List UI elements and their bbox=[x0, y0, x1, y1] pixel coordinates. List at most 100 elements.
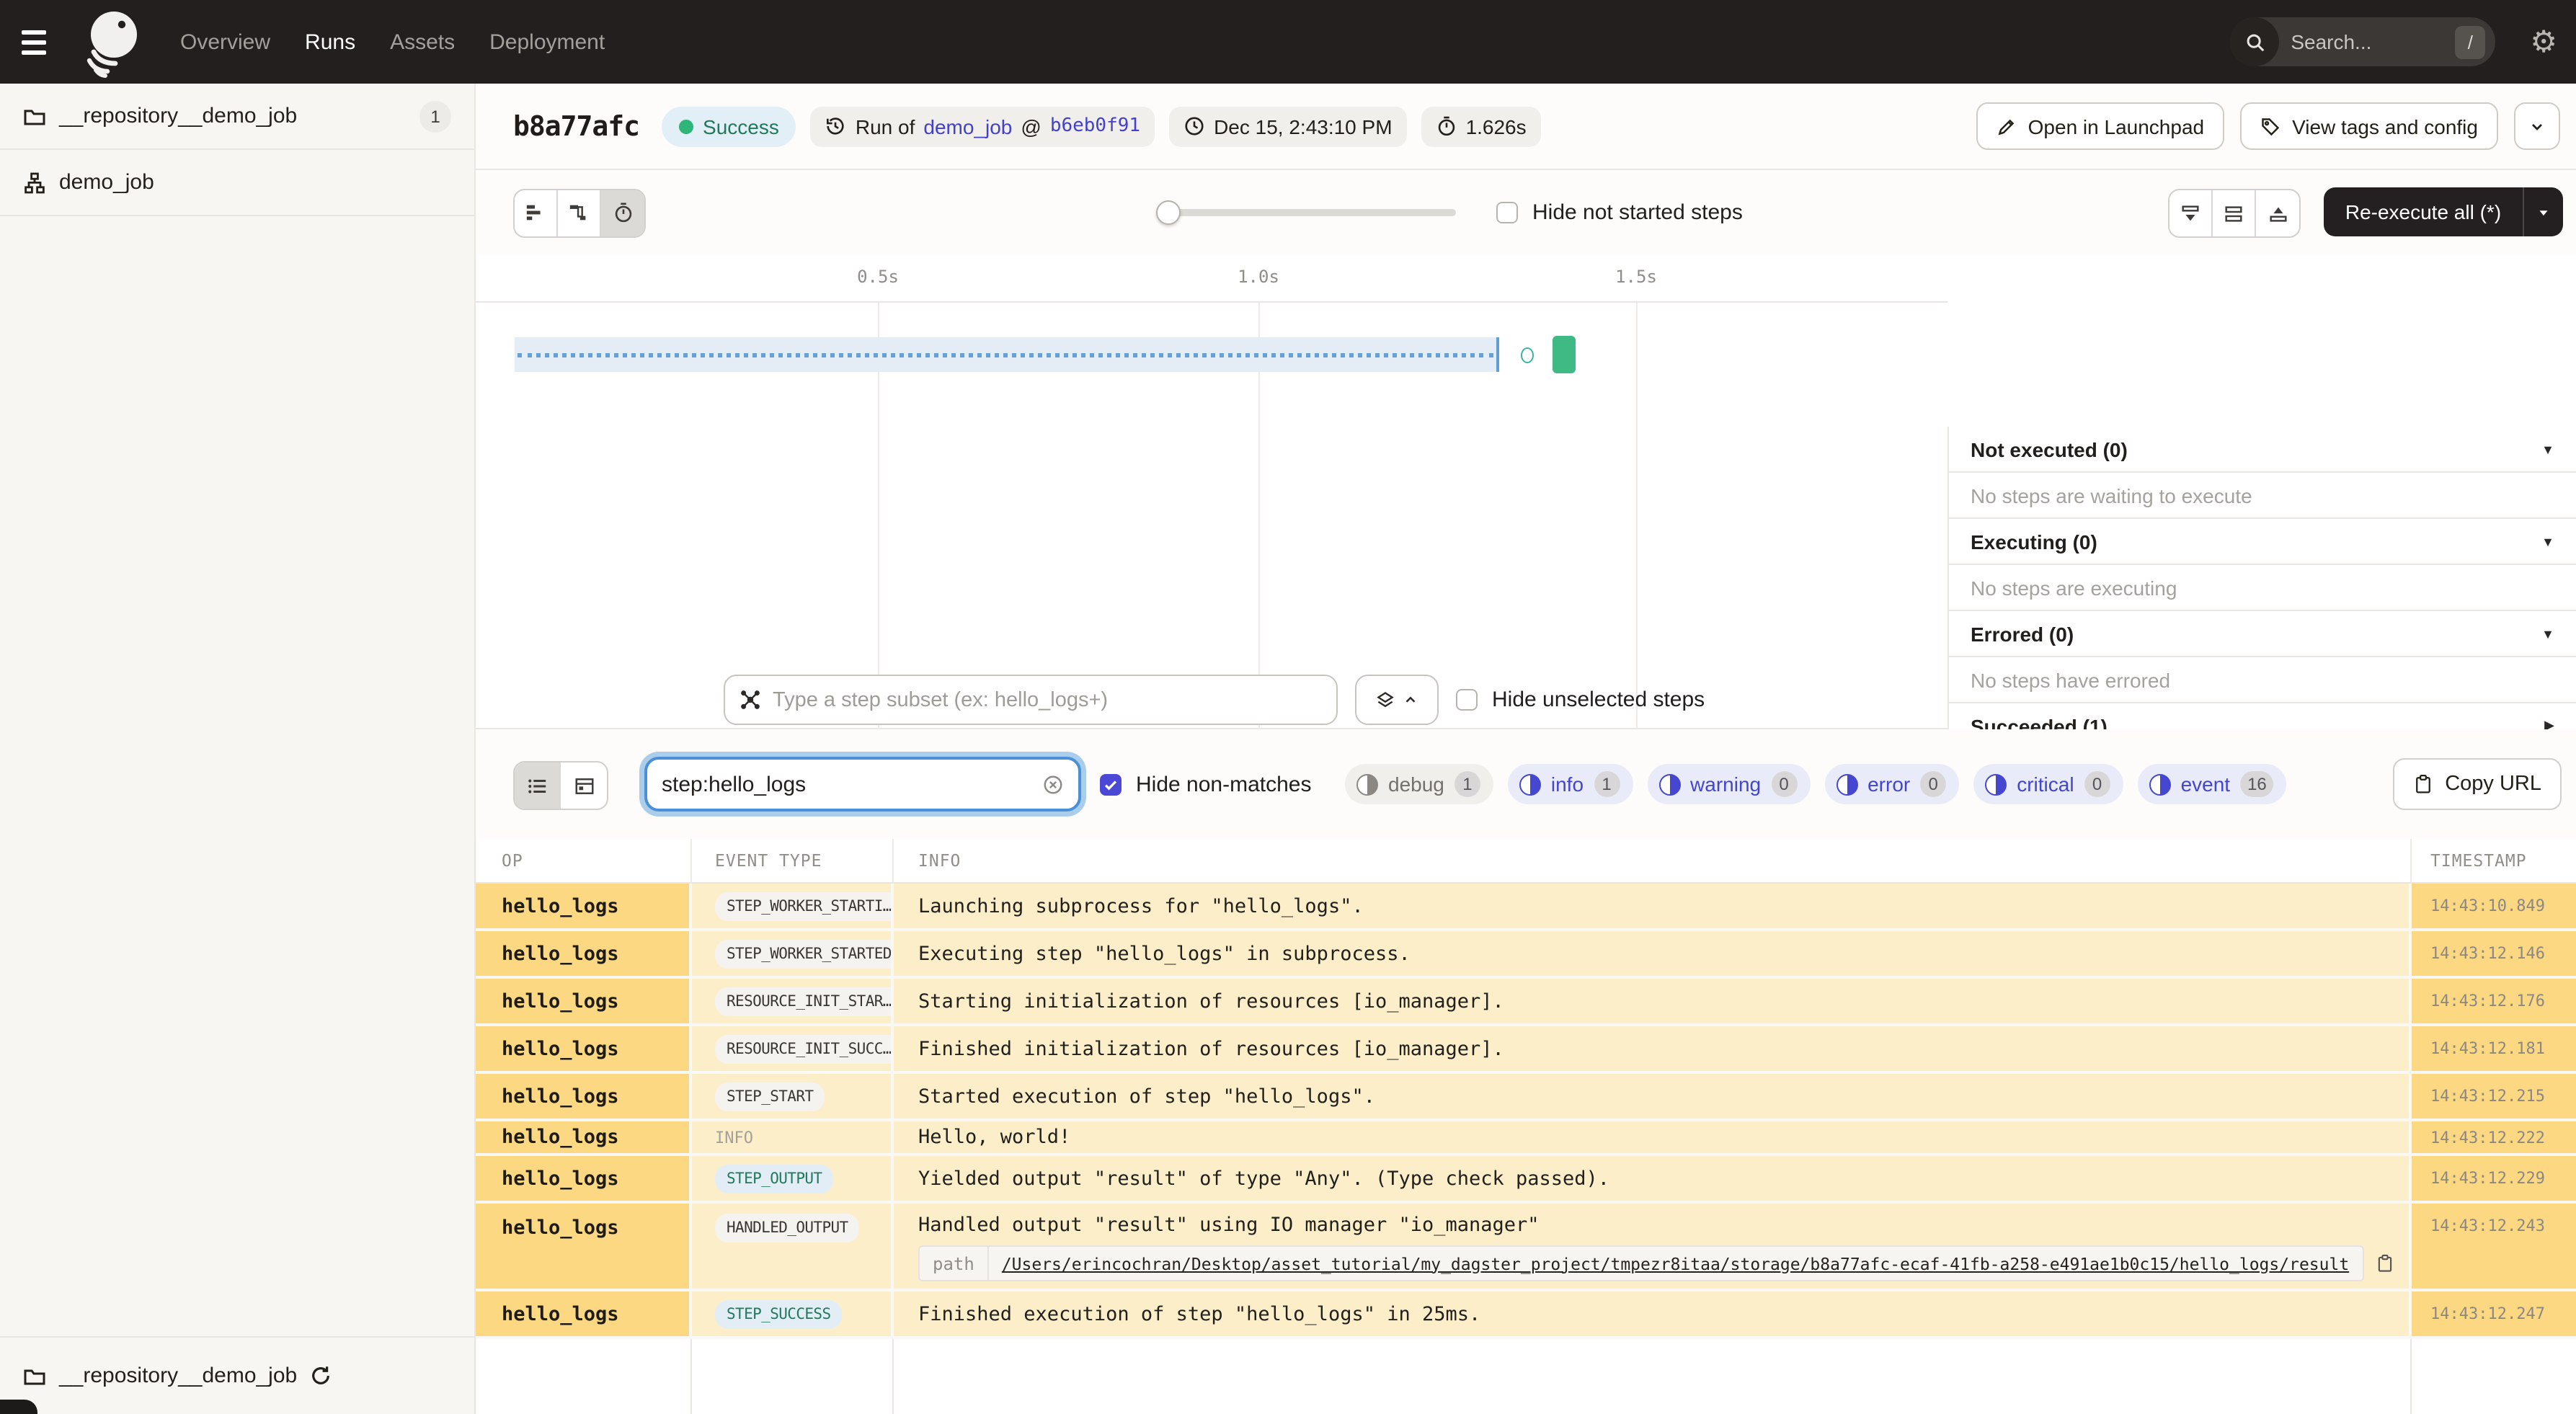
reexecute-dropdown-button[interactable] bbox=[2524, 204, 2563, 220]
log-structured-view-button[interactable] bbox=[561, 762, 607, 809]
log-row-timestamp[interactable]: 14:43:12.222 bbox=[2412, 1121, 2576, 1156]
reexecute-all-button[interactable]: Re-execute all (*) bbox=[2324, 187, 2563, 236]
flat-view-button[interactable] bbox=[515, 190, 558, 236]
log-level-toggle-warning[interactable]: warning 0 bbox=[1647, 764, 1811, 804]
log-row-event-type[interactable]: STEP_WORKER_STARTED bbox=[692, 931, 894, 979]
log-row-info[interactable]: Launching subprocess for "hello_logs". bbox=[894, 884, 2412, 931]
log-level-toggle-debug[interactable]: debug 1 bbox=[1345, 764, 1493, 804]
nav-link-runs[interactable]: Runs bbox=[305, 30, 355, 54]
log-row-event-type[interactable]: STEP_START bbox=[692, 1074, 894, 1121]
log-list-view-button[interactable] bbox=[515, 762, 561, 809]
slider-handle[interactable] bbox=[1156, 200, 1181, 225]
status-section-header[interactable]: Not executed (0) ▼ bbox=[1949, 427, 2576, 473]
step-waiting-bar[interactable] bbox=[515, 337, 1499, 372]
log-row-op[interactable]: hello_logs bbox=[476, 1074, 692, 1121]
log-row-event-type[interactable]: RESOURCE_INIT_STAR… bbox=[692, 979, 894, 1026]
log-row-info[interactable]: Finished execution of step "hello_logs" … bbox=[894, 1291, 2412, 1339]
path-link[interactable]: /Users/erincochran/Desktop/asset_tutoria… bbox=[989, 1253, 2362, 1273]
log-row-op[interactable]: hello_logs bbox=[476, 1156, 692, 1204]
hide-unselected-checkbox[interactable] bbox=[1456, 688, 1478, 710]
log-row-timestamp[interactable]: 14:43:12.247 bbox=[2412, 1291, 2576, 1339]
log-row-info[interactable]: Yielded output "result" of type "Any". (… bbox=[894, 1156, 2412, 1204]
toggle-icon bbox=[2149, 773, 2171, 795]
reload-icon[interactable] bbox=[310, 1365, 332, 1387]
step-success-bar[interactable] bbox=[1553, 336, 1576, 373]
folder-icon bbox=[24, 109, 45, 125]
log-row-event-type[interactable]: RESOURCE_INIT_SUCC… bbox=[692, 1026, 894, 1074]
copy-url-button[interactable]: Copy URL bbox=[2393, 758, 2562, 810]
status-section-title: Not executed (0) bbox=[1971, 437, 2128, 461]
repository-label: __repository__demo_job bbox=[59, 104, 298, 128]
log-row-info[interactable]: Starting initialization of resources [io… bbox=[894, 979, 2412, 1026]
waterfall-view-button[interactable] bbox=[558, 190, 601, 236]
log-row-timestamp[interactable]: 14:43:12.243 bbox=[2412, 1204, 2576, 1291]
collapse-down-button[interactable] bbox=[2169, 190, 2213, 236]
step-subset-input[interactable]: Type a step subset (ex: hello_logs+) bbox=[724, 675, 1338, 725]
info-text: Handled output "result" using IO manager… bbox=[918, 1214, 1540, 1237]
log-row-op[interactable]: hello_logs bbox=[476, 931, 692, 979]
gear-icon[interactable]: ⚙ bbox=[2530, 27, 2557, 57]
timed-view-button[interactable] bbox=[601, 190, 644, 236]
log-level-toggle-event[interactable]: event 16 bbox=[2137, 764, 2287, 804]
nav-link-deployment[interactable]: Deployment bbox=[489, 30, 605, 54]
nav-link-assets[interactable]: Assets bbox=[390, 30, 455, 54]
log-row-timestamp[interactable]: 14:43:12.181 bbox=[2412, 1026, 2576, 1074]
log-row-info[interactable]: Executing step "hello_logs" in subproces… bbox=[894, 931, 2412, 979]
log-row-timestamp[interactable]: 14:43:12.215 bbox=[2412, 1074, 2576, 1121]
slider-track[interactable] bbox=[1168, 209, 1456, 216]
graph-query-toggle-button[interactable] bbox=[1355, 675, 1439, 725]
job-link[interactable]: demo_job bbox=[923, 115, 1012, 138]
log-row-event-type[interactable]: INFO bbox=[692, 1121, 894, 1156]
log-row-info[interactable]: Hello, world! bbox=[894, 1121, 2412, 1156]
log-filter-input[interactable]: step:hello_logs bbox=[644, 757, 1081, 812]
log-row-timestamp[interactable]: 14:43:10.849 bbox=[2412, 884, 2576, 931]
log-row-event-type[interactable]: STEP_WORKER_STARTI… bbox=[692, 884, 894, 931]
log-row-info[interactable]: Handled output "result" using IO manager… bbox=[894, 1204, 2412, 1291]
gantt-toolbar: Hide not started steps Re-execute all (*… bbox=[476, 170, 2576, 255]
clipboard-icon bbox=[2416, 774, 2431, 793]
code-version-link[interactable]: b6eb0f91 bbox=[1050, 115, 1140, 137]
log-row-event-type[interactable]: STEP_OUTPUT bbox=[692, 1156, 894, 1204]
log-row-op[interactable]: hello_logs bbox=[476, 1026, 692, 1074]
log-row-info[interactable]: Started execution of step "hello_logs". bbox=[894, 1074, 2412, 1121]
log-row-timestamp[interactable]: 14:43:12.229 bbox=[2412, 1156, 2576, 1204]
log-row-timestamp[interactable]: 14:43:12.176 bbox=[2412, 979, 2576, 1026]
step-subset-placeholder: Type a step subset (ex: hello_logs+) bbox=[773, 688, 1109, 711]
status-section-header[interactable]: Executing (0) ▼ bbox=[1949, 519, 2576, 565]
clear-filter-icon[interactable] bbox=[1042, 773, 1064, 795]
dagster-logo-icon[interactable] bbox=[76, 4, 146, 79]
log-row-op[interactable]: hello_logs bbox=[476, 884, 692, 931]
table-filler bbox=[476, 1339, 692, 1414]
search-input[interactable]: Search... / bbox=[2230, 17, 2496, 66]
sidebar-item-repository[interactable]: __repository__demo_job 1 bbox=[0, 84, 474, 150]
footer-repository-label: __repository__demo_job bbox=[59, 1364, 298, 1388]
run-actions-dropdown-button[interactable] bbox=[2514, 102, 2560, 150]
hide-not-started-checkbox[interactable] bbox=[1496, 202, 1518, 223]
status-section-header[interactable]: Errored (0) ▼ bbox=[1949, 611, 2576, 657]
status-badge: Success bbox=[661, 106, 796, 146]
view-tags-config-button[interactable]: View tags and config bbox=[2240, 102, 2498, 150]
step-marker-icon bbox=[1521, 347, 1534, 363]
timer-icon bbox=[1438, 116, 1454, 136]
collapse-up-button[interactable] bbox=[2256, 190, 2299, 236]
nav-link-overview[interactable]: Overview bbox=[180, 30, 270, 54]
copy-path-icon[interactable] bbox=[2375, 1254, 2394, 1273]
expand-rows-button[interactable] bbox=[2213, 190, 2256, 236]
hide-non-matches-checkbox[interactable] bbox=[1100, 773, 1122, 795]
log-row-event-type[interactable]: HANDLED_OUTPUT bbox=[692, 1204, 894, 1291]
sidebar-item-job[interactable]: demo_job bbox=[0, 150, 474, 216]
log-row-op[interactable]: hello_logs bbox=[476, 979, 692, 1026]
log-level-toggle-critical[interactable]: critical 0 bbox=[1973, 764, 2123, 804]
log-row-timestamp[interactable]: 14:43:12.146 bbox=[2412, 931, 2576, 979]
log-row-op[interactable]: hello_logs bbox=[476, 1121, 692, 1156]
log-row-op[interactable]: hello_logs bbox=[476, 1291, 692, 1339]
event-type-pill: STEP_WORKER_STARTI… bbox=[715, 891, 891, 920]
log-row-info[interactable]: Finished initialization of resources [io… bbox=[894, 1026, 2412, 1074]
open-in-launchpad-button[interactable]: Open in Launchpad bbox=[1976, 102, 2225, 150]
log-row-event-type[interactable]: STEP_SUCCESS bbox=[692, 1291, 894, 1339]
log-level-toggle-error[interactable]: error 0 bbox=[1824, 764, 1960, 804]
log-row-op[interactable]: hello_logs bbox=[476, 1204, 692, 1291]
log-level-toggle-info[interactable]: info 1 bbox=[1507, 764, 1633, 804]
main-panel: b8a77afc Success Run of demo_job @ b6eb0… bbox=[476, 84, 2576, 1414]
menu-icon[interactable] bbox=[22, 23, 59, 61]
